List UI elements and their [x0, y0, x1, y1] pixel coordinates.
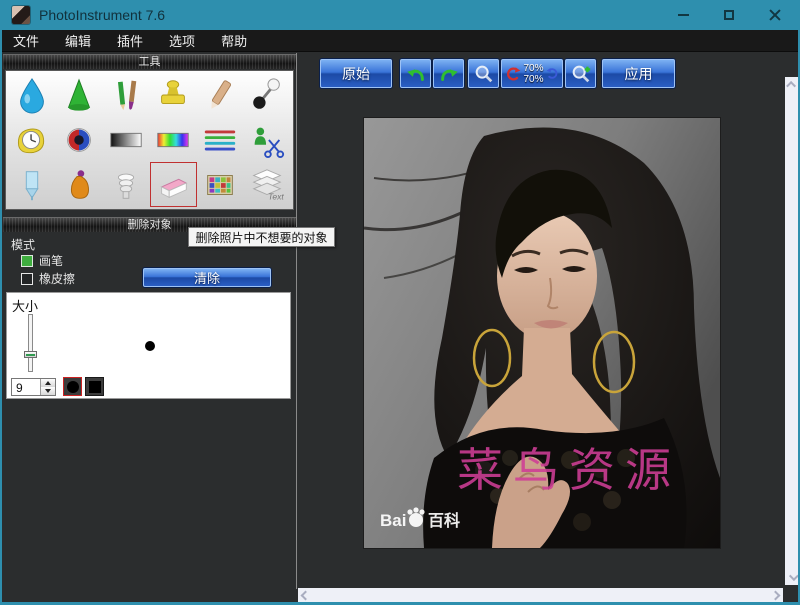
tool-liquify-drop[interactable]	[8, 73, 55, 118]
close-button[interactable]	[752, 0, 798, 30]
app-window: PhotoInstrument 7.6 文件 编辑 插件 选项 帮助 工具	[0, 0, 800, 605]
scroll-down-icon[interactable]	[788, 571, 798, 581]
scroll-right-icon[interactable]	[771, 590, 781, 600]
rotate-right-icon	[546, 67, 559, 80]
menu-bar: 文件 编辑 插件 选项 帮助	[2, 30, 798, 52]
minimize-icon	[678, 14, 689, 16]
tool-cone[interactable]	[55, 73, 102, 118]
eraser-checkbox-row[interactable]: 橡皮擦	[21, 270, 75, 287]
tool-eraser-selected[interactable]	[150, 162, 197, 207]
tools-header: 工具	[3, 54, 296, 69]
brush-checkbox[interactable]	[21, 255, 33, 267]
original-button[interactable]: 原始	[320, 59, 392, 88]
minimize-button[interactable]	[660, 0, 706, 30]
circle-icon	[67, 381, 79, 393]
square-tip-button[interactable]	[85, 377, 104, 396]
tool-stamp[interactable]	[150, 73, 197, 118]
spin-up-icon	[45, 381, 51, 385]
tool-rainbow-gradient[interactable]	[150, 118, 197, 163]
size-value: 9	[12, 379, 40, 395]
menu-file[interactable]: 文件	[2, 29, 50, 52]
brush-checkbox-row[interactable]: 画笔	[21, 252, 63, 269]
zoom-out-button[interactable]	[468, 59, 499, 88]
zoom-percent-h: 70%	[523, 63, 543, 74]
zoom-in-icon	[570, 63, 592, 85]
redo-icon	[438, 63, 460, 85]
spin-down-button[interactable]	[41, 387, 55, 395]
tool-text-layers[interactable]: Text	[244, 162, 291, 207]
round-tip-button[interactable]	[63, 377, 82, 396]
undo-icon	[405, 63, 427, 85]
zoom-in-button[interactable]	[565, 59, 596, 88]
watermark-text: 菜鸟资源	[457, 444, 681, 496]
text-tool-label: Text	[268, 191, 284, 201]
size-slider-handle[interactable]	[24, 351, 37, 358]
spin-down-icon	[45, 389, 51, 393]
tool-bulb[interactable]	[102, 162, 149, 207]
redo-button[interactable]	[433, 59, 464, 88]
tools-grid: Text	[5, 70, 294, 210]
app-icon	[12, 6, 30, 24]
rotate-zoom-display[interactable]: 70% 70%	[501, 59, 563, 88]
tool-tube[interactable]	[8, 162, 55, 207]
spin-up-button[interactable]	[41, 379, 55, 387]
close-icon	[769, 9, 781, 21]
tool-smudge[interactable]	[197, 73, 244, 118]
left-panel: 工具	[3, 53, 297, 589]
tool-bottle[interactable]	[55, 162, 102, 207]
top-toolbar: 原始 70% 70% 应用	[299, 57, 799, 91]
window-title: PhotoInstrument 7.6	[39, 7, 165, 23]
scroll-left-icon[interactable]	[301, 590, 311, 600]
photo-canvas[interactable]: 菜鸟资源 Bai 百科	[364, 118, 720, 548]
mode-label: 模式	[11, 236, 35, 253]
zoom-out-icon	[473, 63, 495, 85]
tool-color-lines[interactable]	[197, 118, 244, 163]
size-slider-track[interactable]	[28, 314, 33, 372]
menu-plugins[interactable]: 插件	[106, 29, 154, 52]
menu-help[interactable]: 帮助	[210, 29, 258, 52]
baidu-logo-suffix: 百科	[428, 511, 460, 530]
scrollbar-corner	[783, 588, 799, 602]
menu-options[interactable]: 选项	[158, 29, 206, 52]
square-icon	[89, 381, 101, 393]
rotate-left-icon	[505, 66, 521, 82]
brush-label: 画笔	[39, 252, 63, 269]
brush-preview-dot	[145, 341, 155, 351]
horizontal-scrollbar[interactable]	[298, 588, 783, 602]
size-label: 大小	[12, 296, 38, 315]
tool-pin[interactable]	[244, 73, 291, 118]
title-bar: PhotoInstrument 7.6	[2, 0, 798, 30]
tool-texture-box[interactable]	[197, 162, 244, 207]
tool-clone-scissors[interactable]	[244, 118, 291, 163]
tool-clock[interactable]	[8, 118, 55, 163]
size-panel: 大小 9	[6, 292, 291, 399]
maximize-icon	[724, 10, 734, 20]
eraser-checkbox[interactable]	[21, 273, 33, 285]
zoom-percent-v: 70%	[523, 74, 543, 85]
scroll-up-icon[interactable]	[786, 81, 796, 91]
tool-color-iris[interactable]	[55, 118, 102, 163]
maximize-button[interactable]	[706, 0, 752, 30]
baidu-logo-prefix: Bai	[380, 511, 406, 530]
apply-button[interactable]: 应用	[602, 59, 675, 88]
tooltip: 删除照片中不想要的对象	[188, 227, 335, 247]
tool-draw-brush[interactable]	[102, 73, 149, 118]
undo-button[interactable]	[400, 59, 431, 88]
clear-button[interactable]: 清除	[143, 268, 271, 287]
size-spinbox[interactable]: 9	[11, 378, 56, 396]
vertical-scrollbar[interactable]	[785, 77, 799, 585]
eraser-label: 橡皮擦	[39, 270, 75, 287]
menu-edit[interactable]: 编辑	[54, 29, 102, 52]
tool-grayscale-gradient[interactable]	[102, 118, 149, 163]
